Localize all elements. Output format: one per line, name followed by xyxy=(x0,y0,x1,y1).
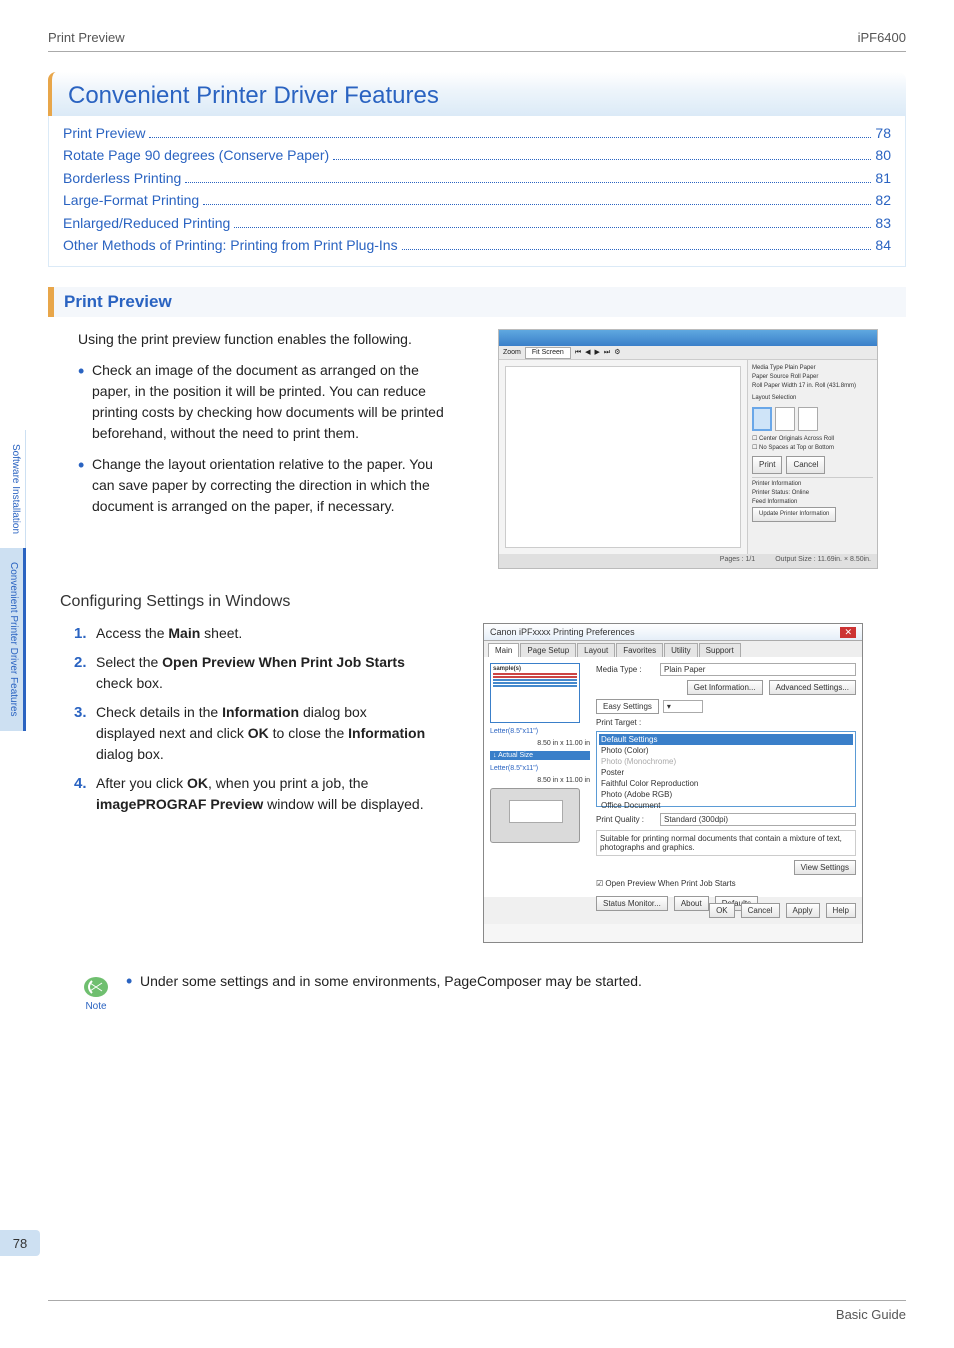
tab-layout[interactable]: Layout xyxy=(577,643,615,657)
print-button[interactable]: Print xyxy=(752,456,782,474)
printer-illustration xyxy=(490,788,580,843)
layout-option[interactable] xyxy=(752,407,772,431)
toc-page: 78 xyxy=(875,122,891,144)
step-4: After you click OK, when you print a job… xyxy=(78,773,428,815)
easy-settings-tab[interactable]: Easy Settings xyxy=(596,699,659,714)
preview-window-screenshot: Zoom Fit Screen ⏮ ◀ ▶ ⏭ ⚙ Media Type Pla… xyxy=(498,329,878,569)
step-2: Select the Open Preview When Print Job S… xyxy=(78,652,428,694)
tab-main[interactable]: Main xyxy=(488,643,519,657)
intro-text: Using the print preview function enables… xyxy=(78,329,458,350)
ok-button[interactable]: OK xyxy=(709,903,735,918)
bullet-item: Check an image of the document as arrang… xyxy=(78,360,458,444)
list-item[interactable]: Default Settings xyxy=(599,734,853,745)
list-item[interactable]: Office Document xyxy=(599,800,853,811)
toc-row[interactable]: Print Preview 78 xyxy=(63,122,891,144)
gear-icon[interactable]: ⚙ xyxy=(614,348,620,359)
hint-text: Suitable for printing normal documents t… xyxy=(596,830,856,856)
preview-canvas xyxy=(505,366,741,548)
next-page-icon[interactable]: ▶ xyxy=(595,348,600,359)
side-rail: Software Installation Convenient Printer… xyxy=(0,430,26,731)
prev-page-icon[interactable]: ◀ xyxy=(585,348,590,359)
page-number-badge: 78 xyxy=(0,1230,40,1256)
pages-status: Pages : 1/1 xyxy=(720,555,755,567)
toc-row[interactable]: Rotate Page 90 degrees (Conserve Paper)8… xyxy=(63,144,891,166)
printing-preferences-dialog: Canon iPFxxxx Printing Preferences ✕ Main… xyxy=(483,623,863,943)
note-icon: Note xyxy=(78,973,114,1012)
list-item[interactable]: Photo (Color) xyxy=(599,745,853,756)
layout-option[interactable] xyxy=(775,407,795,431)
advanced-settings-button[interactable]: Advanced Settings... xyxy=(769,680,856,695)
status-monitor-button[interactable]: Status Monitor... xyxy=(596,896,668,911)
toc-row[interactable]: Large-Format Printing82 xyxy=(63,189,891,211)
layout-option[interactable] xyxy=(798,407,818,431)
open-preview-checkbox[interactable]: ☑ Open Preview When Print Job Starts xyxy=(596,879,856,888)
tab-utility[interactable]: Utility xyxy=(664,643,698,657)
bullet-item: Change the layout orientation relative t… xyxy=(78,454,458,517)
page-footer: Basic Guide xyxy=(48,1300,906,1322)
list-item[interactable]: Poster xyxy=(599,767,853,778)
step-3: Check details in the Information dialog … xyxy=(78,702,428,765)
last-page-icon[interactable]: ⏭ xyxy=(604,348,610,359)
header-right: iPF6400 xyxy=(858,30,906,45)
cancel-button[interactable]: Cancel xyxy=(741,903,780,918)
help-button[interactable]: Help xyxy=(826,903,856,918)
section-title: Convenient Printer Driver Features xyxy=(48,72,906,116)
step-1: Access the Main sheet. xyxy=(78,623,428,644)
list-item[interactable]: Faithful Color Reproduction xyxy=(599,778,853,789)
toc-row[interactable]: Borderless Printing81 xyxy=(63,167,891,189)
view-settings-button[interactable]: View Settings xyxy=(794,860,856,875)
list-item[interactable]: Photo (Adobe RGB) xyxy=(599,789,853,800)
print-target-list[interactable]: Default Settings Photo (Color) Photo (Mo… xyxy=(596,731,856,807)
toc-row[interactable]: Other Methods of Printing: Printing from… xyxy=(63,234,891,256)
tab-support[interactable]: Support xyxy=(699,643,741,657)
actual-size-badge: ↓ Actual Size xyxy=(490,751,590,760)
side-tab-software-installation[interactable]: Software Installation xyxy=(0,430,26,548)
toc: Print Preview 78 Rotate Page 90 degrees … xyxy=(48,116,906,267)
update-printer-button[interactable]: Update Printer Information xyxy=(752,507,836,522)
note-text: Under some settings and in some environm… xyxy=(126,973,642,989)
print-quality-select[interactable]: Standard (300dpi) xyxy=(660,813,856,826)
media-type-select[interactable]: Plain Paper xyxy=(660,663,856,676)
get-information-button[interactable]: Get Information... xyxy=(687,680,763,695)
toc-label: Print Preview xyxy=(63,122,145,144)
first-page-icon[interactable]: ⏮ xyxy=(575,348,581,359)
side-tab-convenient-features[interactable]: Convenient Printer Driver Features xyxy=(0,548,26,731)
tab-favorites[interactable]: Favorites xyxy=(616,643,663,657)
page-header: Print Preview iPF6400 xyxy=(48,30,906,52)
dialog-title: Canon iPFxxxx Printing Preferences xyxy=(490,627,635,637)
easy-settings-select[interactable]: ▾ xyxy=(663,700,703,713)
list-item[interactable]: Photo (Monochrome) xyxy=(599,756,853,767)
apply-button[interactable]: Apply xyxy=(786,903,820,918)
heading-configuring-windows: Configuring Settings in Windows xyxy=(60,593,906,611)
header-left: Print Preview xyxy=(48,30,125,45)
cancel-button[interactable]: Cancel xyxy=(786,456,825,474)
heading-print-preview: Print Preview xyxy=(48,287,906,317)
close-icon[interactable]: ✕ xyxy=(840,627,856,638)
output-size-status: Output Size : 11.69in. × 8.50in. xyxy=(775,555,871,567)
zoom-select[interactable]: Fit Screen xyxy=(525,347,571,360)
page-thumbnail: sample(s) xyxy=(490,663,580,723)
tab-page-setup[interactable]: Page Setup xyxy=(520,643,576,657)
toc-row[interactable]: Enlarged/Reduced Printing83 xyxy=(63,212,891,234)
nospace-checkbox[interactable]: No Spaces at Top or Bottom xyxy=(759,445,834,451)
about-button[interactable]: About xyxy=(674,896,709,911)
center-checkbox[interactable]: Center Originals Across Roll xyxy=(759,436,834,442)
